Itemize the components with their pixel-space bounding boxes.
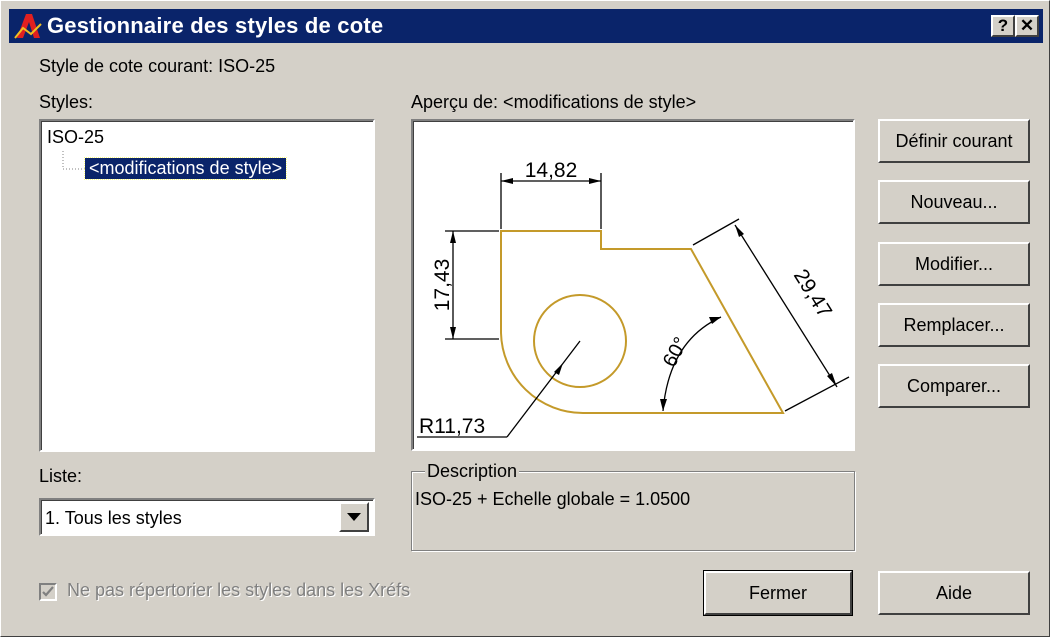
new-button[interactable]: Nouveau...: [878, 180, 1030, 224]
dim-diagonal-text: 29,47: [789, 265, 836, 322]
list-select[interactable]: 1. Tous les styles: [39, 498, 375, 536]
style-item-iso25[interactable]: ISO-25: [47, 127, 104, 148]
description-title: Description: [425, 461, 520, 482]
styles-label: Styles:: [39, 92, 94, 112]
dim-width-text: 14,82: [525, 159, 578, 182]
list-selected-value: 1. Tous les styles: [45, 508, 182, 528]
title-bar[interactable]: Gestionnaire des styles de cote ? ✕: [9, 9, 1043, 43]
dimension-preview-drawing: 14,82 17,43 29,47 60° R11,73: [417, 159, 850, 438]
checkmark-icon: [42, 586, 54, 597]
list-label: Liste:: [39, 466, 83, 486]
compare-button[interactable]: Comparer...: [878, 364, 1030, 408]
xref-checkbox[interactable]: [39, 583, 57, 601]
autocad-logo-icon: [14, 14, 42, 39]
set-current-button[interactable]: Définir courant: [878, 119, 1030, 163]
dimension-style-manager-dialog: Gestionnaire des styles de cote ? ✕ Styl…: [0, 0, 1050, 637]
help-icon[interactable]: ?: [991, 15, 1015, 37]
preview-label: Aperçu de: <modifications de style>: [411, 92, 697, 112]
style-item-modifications[interactable]: <modifications de style>: [83, 157, 288, 180]
dim-angle-text: 60°: [659, 334, 693, 371]
window-title: Gestionnaire des styles de cote: [47, 13, 384, 38]
help-button[interactable]: Aide: [878, 571, 1030, 615]
xref-checkbox-label: Ne pas répertorier les styles dans les X…: [67, 580, 411, 600]
part-outline: [500, 230, 785, 414]
dim-height-text: 17,43: [431, 259, 454, 312]
styles-list[interactable]: ISO-25 <modifications de style>: [39, 119, 375, 452]
description-group: [411, 471, 855, 551]
current-style-label: Style de cote courant: ISO-25: [39, 56, 276, 76]
preview-panel: 14,82 17,43 29,47 60° R11,73: [411, 119, 855, 451]
close-button[interactable]: Fermer: [703, 570, 853, 616]
override-button[interactable]: Remplacer...: [878, 303, 1030, 347]
close-icon[interactable]: ✕: [1015, 15, 1039, 37]
description-text: ISO-25 + Echelle globale = 1.0500: [415, 489, 691, 509]
modify-button[interactable]: Modifier...: [878, 242, 1030, 286]
dropdown-arrow-button[interactable]: [339, 502, 369, 532]
dim-radius-text: R11,73: [419, 415, 485, 438]
chevron-down-icon: [347, 513, 361, 521]
